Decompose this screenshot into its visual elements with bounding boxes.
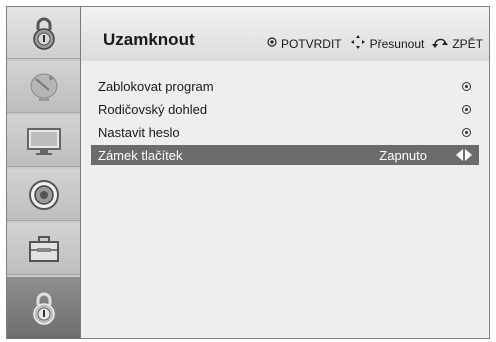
satellite-dish-icon xyxy=(30,73,57,101)
ok-button-icon xyxy=(267,37,277,50)
ok-indicator-icon xyxy=(462,81,471,91)
tv-screen-icon xyxy=(26,127,61,155)
sidebar-item-picture[interactable] xyxy=(7,115,80,167)
menu-item-lock-program[interactable]: Zablokovat program xyxy=(91,76,479,96)
ok-indicator-icon xyxy=(462,104,471,114)
back-hint: ZPĚT xyxy=(452,36,483,51)
key-hints: POTVRDIT Přesunout ZPĚT xyxy=(267,34,483,53)
menu-item-key-lock[interactable]: Zámek tlačítek Zapnuto xyxy=(91,145,479,165)
ok-indicator-icon xyxy=(462,127,471,137)
confirm-hint: POTVRDIT xyxy=(280,36,342,51)
menu-item-parental-guidance[interactable]: Rodičovský dohled xyxy=(91,99,479,119)
sidebar-item-lock[interactable] xyxy=(7,277,80,339)
menu-item-label: Nastavit heslo xyxy=(98,124,180,140)
menu-item-label: Zablokovat program xyxy=(98,78,214,94)
back-arrow-icon xyxy=(432,36,449,51)
left-right-arrows-icon[interactable] xyxy=(455,148,473,162)
page-title: Uzamknout xyxy=(103,30,195,49)
menu-item-label: Zámek tlačítek xyxy=(98,147,183,163)
speaker-icon xyxy=(28,179,59,210)
move-hint: Přesunout xyxy=(369,36,425,51)
sidebar xyxy=(7,7,81,339)
navigate-arrows-icon xyxy=(350,34,366,53)
sidebar-item-setup[interactable] xyxy=(7,223,80,275)
toolbox-icon xyxy=(28,235,59,262)
sidebar-item-audio[interactable] xyxy=(7,169,80,221)
padlock-icon xyxy=(32,17,55,50)
key-lock-value: Zapnuto xyxy=(379,147,427,163)
menu-content: Zablokovat program Rodičovský dohled Nas… xyxy=(81,61,489,338)
menu-window: Uzamknout POTVRDIT Přesunout ZPĚT Zablok… xyxy=(6,6,490,339)
menu-item-label: Rodičovský dohled xyxy=(98,101,208,117)
sidebar-item-satellite[interactable] xyxy=(7,61,80,113)
padlock-icon xyxy=(32,292,55,325)
menu-header: Uzamknout POTVRDIT Přesunout ZPĚT xyxy=(81,7,489,62)
menu-item-set-password[interactable]: Nastavit heslo xyxy=(91,122,479,142)
sidebar-item-lock-top[interactable] xyxy=(7,7,80,59)
